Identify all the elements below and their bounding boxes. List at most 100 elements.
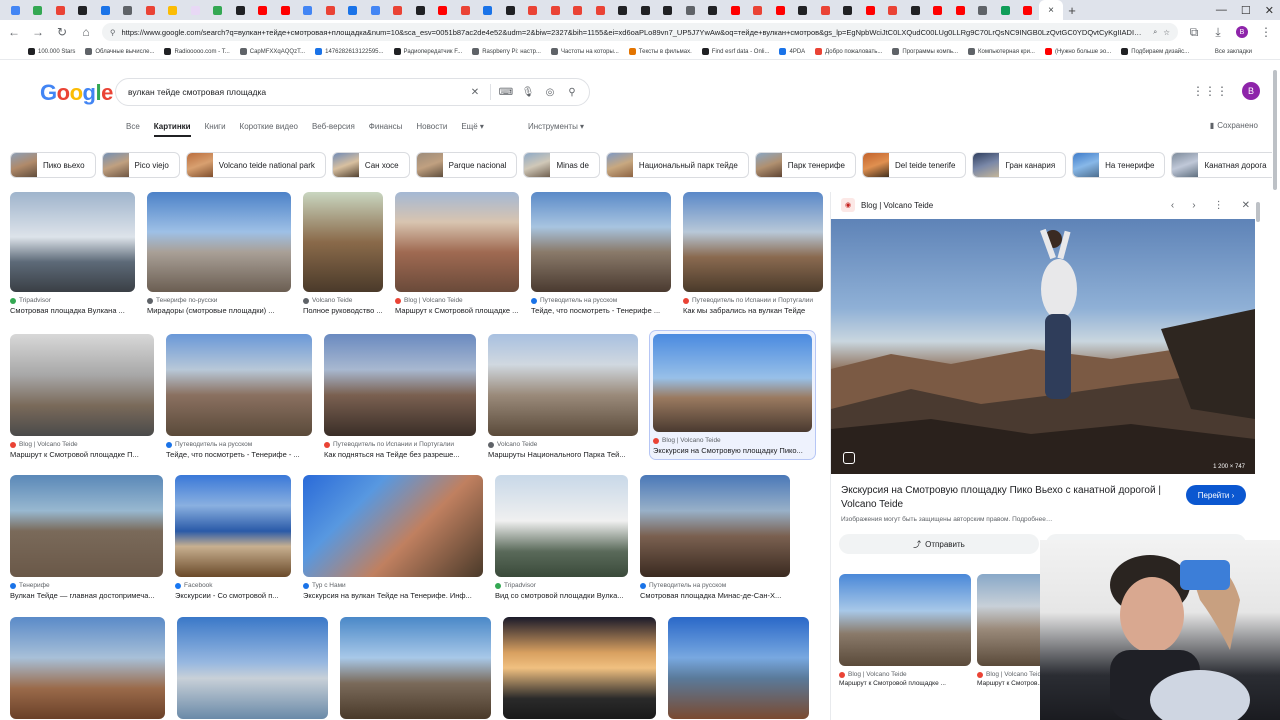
bookmark-item[interactable]: (Нужно больше эо...	[1044, 48, 1111, 55]
result-source[interactable]: Tripadvisor	[10, 297, 135, 304]
tab-21[interactable]	[477, 0, 500, 20]
microphone-icon[interactable]: 🎙	[521, 85, 535, 99]
related-thumbnail[interactable]	[839, 574, 971, 666]
star-icon[interactable]: ☆	[1163, 28, 1170, 37]
bookmark-item[interactable]: CapMFXXqAQQzT...	[239, 48, 305, 55]
image-result[interactable]: Blog | Volcano Teide Маршрут к Смотровой …	[10, 334, 154, 459]
tab-3[interactable]	[72, 0, 95, 20]
image-result[interactable]: Blog | Volcano Teide Маршрут к Смотровой …	[395, 192, 519, 315]
refine-chip[interactable]: Гран канария	[972, 152, 1067, 178]
result-caption[interactable]: Экскурсия на Смотровую площадку Пико...	[653, 446, 812, 455]
result-image[interactable]	[166, 334, 312, 436]
tab-26[interactable]	[589, 0, 612, 20]
result-caption[interactable]: Смотровая площадка Минас-де-Сан-Х...	[640, 591, 790, 600]
bookmark-item[interactable]: 100.000 Stars	[28, 48, 75, 55]
result-source[interactable]: Путеводитель на русском	[166, 441, 312, 448]
result-image[interactable]	[324, 334, 476, 436]
result-source[interactable]: Volcano Teide	[488, 441, 638, 448]
result-image[interactable]	[340, 617, 491, 719]
result-image[interactable]	[303, 192, 383, 292]
result-caption[interactable]: Вид со смотровой площадки Вулка...	[495, 591, 628, 600]
bookmark-item[interactable]: Find esrf data - Onli...	[701, 48, 769, 55]
tab-25[interactable]	[567, 0, 590, 20]
result-image[interactable]	[683, 192, 823, 292]
refine-chip[interactable]: На тенерифе	[1072, 152, 1166, 178]
tab-5[interactable]	[117, 0, 140, 20]
tab-18[interactable]	[409, 0, 432, 20]
tab-0[interactable]	[4, 0, 27, 20]
bookmark-item[interactable]: 1476282613122595...	[315, 48, 384, 55]
bookmark-item[interactable]: Подбираем дизайс...	[1121, 48, 1189, 55]
result-image[interactable]	[177, 617, 328, 719]
refine-chip[interactable]: Volcano teide national park	[185, 152, 326, 178]
tab-30[interactable]	[679, 0, 702, 20]
tools-button[interactable]: Инструменты ▾	[528, 122, 584, 131]
result-caption[interactable]: Как подняться на Тейде без разреше...	[324, 450, 476, 459]
image-result[interactable]: Volcano Teide Полное руководство ...	[303, 192, 383, 315]
result-image[interactable]	[10, 192, 135, 292]
tab-42[interactable]	[949, 0, 972, 20]
tab-close-icon[interactable]: ×	[1048, 5, 1054, 16]
bookmark-item[interactable]: Радиопередатчик F...	[393, 48, 462, 55]
maximize-icon[interactable]: ☐	[1241, 4, 1251, 17]
refine-chip[interactable]: Сан хосе	[331, 152, 410, 178]
image-result[interactable]	[503, 617, 656, 719]
bookmark-item[interactable]: 4PDA	[779, 48, 805, 55]
result-source[interactable]: Тенерифе по-русски	[147, 297, 291, 304]
search-icon[interactable]: ⚲	[565, 85, 579, 99]
close-window-icon[interactable]: ✕	[1265, 4, 1274, 17]
image-result[interactable]	[340, 617, 491, 719]
tab-40[interactable]	[904, 0, 927, 20]
url-field[interactable]: ⚲ https://www.google.com/search?q=вулкан…	[102, 23, 1178, 41]
tab-15[interactable]	[342, 0, 365, 20]
tab-13[interactable]	[297, 0, 320, 20]
result-caption[interactable]: Мирадоры (смотровые площадки) ...	[147, 306, 291, 315]
bookmark-item[interactable]: Добро пожаловать...	[815, 48, 882, 55]
tab-9[interactable]	[207, 0, 230, 20]
tab-6[interactable]	[139, 0, 162, 20]
share-button[interactable]: ⤴ Отправить	[839, 534, 1039, 554]
back-icon[interactable]: ←	[6, 24, 22, 40]
forward-icon[interactable]: →	[30, 24, 46, 40]
tab-16[interactable]	[364, 0, 387, 20]
tab-29[interactable]	[657, 0, 680, 20]
result-image[interactable]	[395, 192, 519, 292]
tab-37[interactable]	[837, 0, 860, 20]
result-caption[interactable]: Полное руководство ...	[303, 306, 383, 315]
related-image[interactable]: Blog | Volcano Teide Маршрут к Смотровой …	[839, 574, 971, 687]
result-caption[interactable]: Как мы забрались на вулкан Тейде	[683, 306, 823, 315]
tab-38[interactable]	[859, 0, 882, 20]
tab-28[interactable]	[634, 0, 657, 20]
filter-tab[interactable]: Финансы	[369, 122, 403, 131]
tab-45[interactable]	[1017, 0, 1040, 20]
tab-17[interactable]	[387, 0, 410, 20]
tab-24[interactable]	[544, 0, 567, 20]
refine-chip[interactable]: Minas de	[523, 152, 600, 178]
result-image[interactable]	[303, 475, 483, 577]
result-image[interactable]	[175, 475, 291, 577]
image-result[interactable]: Тур с Нами Экскурсия на вулкан Тейде на Т…	[303, 475, 483, 600]
tab-11[interactable]	[252, 0, 275, 20]
refine-chip[interactable]: Национальный парк тейде	[605, 152, 749, 178]
menu-icon[interactable]: ⋮	[1258, 24, 1274, 40]
result-image[interactable]	[531, 192, 671, 292]
tab-19[interactable]	[432, 0, 455, 20]
result-source[interactable]: Путеводитель на русском	[640, 582, 790, 589]
extensions-icon[interactable]: ⧉	[1186, 24, 1202, 40]
tab-23[interactable]	[522, 0, 545, 20]
tab-34[interactable]	[769, 0, 792, 20]
image-result[interactable]: Tripadvisor Вид со смотровой площадки Вул…	[495, 475, 628, 600]
panel-title[interactable]: Экскурсия на Смотровую площадку Пико Вье…	[841, 484, 1171, 512]
image-result[interactable]: Тенерифе Вулкан Тейде — главная достоприм…	[10, 475, 163, 600]
more-options-icon[interactable]: ⋮	[1214, 200, 1224, 211]
bookmark-item[interactable]: Raspberry Pi: настр...	[472, 48, 541, 55]
tab-8[interactable]	[184, 0, 207, 20]
result-source[interactable]: Blog | Volcano Teide	[653, 437, 812, 444]
result-source[interactable]: Путеводитель на русском	[531, 297, 671, 304]
image-result[interactable]: Blog | Volcano Teide Экскурсия на Смотров…	[649, 330, 816, 460]
avatar[interactable]: B	[1242, 82, 1260, 100]
result-caption[interactable]: Вулкан Тейде — главная достопримеча...	[10, 591, 163, 600]
tab-33[interactable]	[747, 0, 770, 20]
filter-tab[interactable]: Ещё ▾	[461, 122, 484, 131]
filter-tab[interactable]: Книги	[205, 122, 226, 131]
